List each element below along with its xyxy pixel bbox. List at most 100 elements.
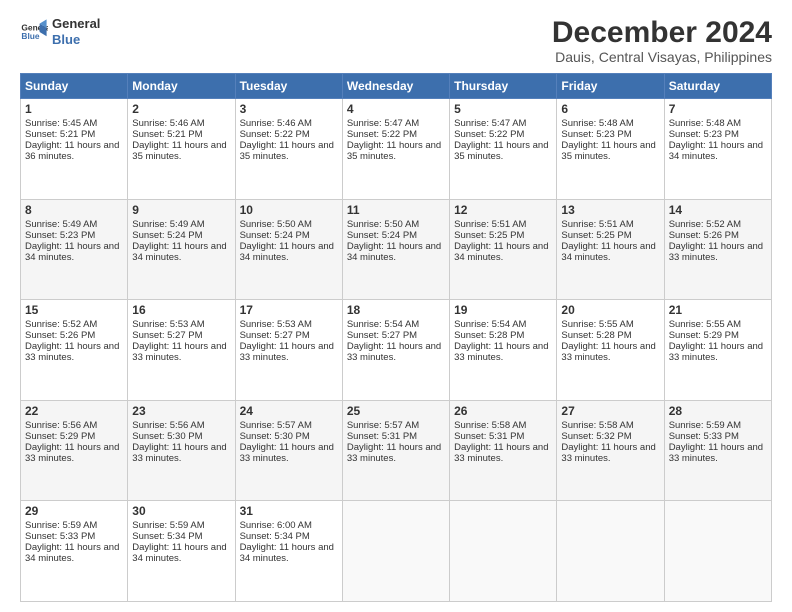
svg-text:Blue: Blue bbox=[21, 31, 39, 41]
calendar-cell: 29 Sunrise: 5:59 AM Sunset: 5:33 PM Dayl… bbox=[21, 501, 128, 602]
sunset-label: Sunset: 5:27 PM bbox=[347, 330, 417, 341]
day-number: 4 bbox=[347, 102, 445, 116]
sunset-label: Sunset: 5:32 PM bbox=[561, 431, 631, 442]
col-friday: Friday bbox=[557, 74, 664, 99]
day-number: 12 bbox=[454, 203, 552, 217]
daylight-label: Daylight: 11 hours and 34 minutes. bbox=[347, 241, 441, 263]
sunrise-label: Sunrise: 5:50 AM bbox=[347, 219, 419, 230]
sunset-label: Sunset: 5:22 PM bbox=[454, 129, 524, 140]
calendar-cell bbox=[450, 501, 557, 602]
sunset-label: Sunset: 5:23 PM bbox=[669, 129, 739, 140]
calendar-cell bbox=[557, 501, 664, 602]
logo-blue: Blue bbox=[52, 32, 100, 48]
daylight-label: Daylight: 11 hours and 35 minutes. bbox=[132, 140, 226, 162]
sunrise-label: Sunrise: 5:58 AM bbox=[454, 420, 526, 431]
sunset-label: Sunset: 5:27 PM bbox=[240, 330, 310, 341]
daylight-label: Daylight: 11 hours and 33 minutes. bbox=[132, 442, 226, 464]
sunset-label: Sunset: 5:34 PM bbox=[132, 531, 202, 542]
calendar-cell: 23 Sunrise: 5:56 AM Sunset: 5:30 PM Dayl… bbox=[128, 400, 235, 501]
day-number: 22 bbox=[25, 404, 123, 418]
calendar-cell: 14 Sunrise: 5:52 AM Sunset: 5:26 PM Dayl… bbox=[664, 199, 771, 300]
col-tuesday: Tuesday bbox=[235, 74, 342, 99]
calendar-cell: 2 Sunrise: 5:46 AM Sunset: 5:21 PM Dayli… bbox=[128, 99, 235, 200]
col-monday: Monday bbox=[128, 74, 235, 99]
day-number: 24 bbox=[240, 404, 338, 418]
day-number: 26 bbox=[454, 404, 552, 418]
sunrise-label: Sunrise: 5:50 AM bbox=[240, 219, 312, 230]
sunrise-label: Sunrise: 5:51 AM bbox=[454, 219, 526, 230]
sunset-label: Sunset: 5:23 PM bbox=[561, 129, 631, 140]
daylight-label: Daylight: 11 hours and 33 minutes. bbox=[25, 442, 119, 464]
calendar-cell: 6 Sunrise: 5:48 AM Sunset: 5:23 PM Dayli… bbox=[557, 99, 664, 200]
sunset-label: Sunset: 5:22 PM bbox=[240, 129, 310, 140]
calendar-week-5: 29 Sunrise: 5:59 AM Sunset: 5:33 PM Dayl… bbox=[21, 501, 772, 602]
day-number: 1 bbox=[25, 102, 123, 116]
sunrise-label: Sunrise: 5:51 AM bbox=[561, 219, 633, 230]
sunset-label: Sunset: 5:33 PM bbox=[669, 431, 739, 442]
page: General Blue General Blue December 2024 … bbox=[0, 0, 792, 612]
sunset-label: Sunset: 5:28 PM bbox=[561, 330, 631, 341]
daylight-label: Daylight: 11 hours and 35 minutes. bbox=[454, 140, 548, 162]
sunrise-label: Sunrise: 5:59 AM bbox=[669, 420, 741, 431]
sunset-label: Sunset: 5:29 PM bbox=[669, 330, 739, 341]
calendar-cell: 18 Sunrise: 5:54 AM Sunset: 5:27 PM Dayl… bbox=[342, 300, 449, 401]
logo-icon: General Blue bbox=[20, 18, 48, 46]
sunset-label: Sunset: 5:31 PM bbox=[347, 431, 417, 442]
calendar-cell: 28 Sunrise: 5:59 AM Sunset: 5:33 PM Dayl… bbox=[664, 400, 771, 501]
sunrise-label: Sunrise: 5:58 AM bbox=[561, 420, 633, 431]
daylight-label: Daylight: 11 hours and 34 minutes. bbox=[454, 241, 548, 263]
day-number: 5 bbox=[454, 102, 552, 116]
calendar-cell: 8 Sunrise: 5:49 AM Sunset: 5:23 PM Dayli… bbox=[21, 199, 128, 300]
daylight-label: Daylight: 11 hours and 34 minutes. bbox=[240, 241, 334, 263]
sunset-label: Sunset: 5:29 PM bbox=[25, 431, 95, 442]
daylight-label: Daylight: 11 hours and 33 minutes. bbox=[240, 341, 334, 363]
sunset-label: Sunset: 5:33 PM bbox=[25, 531, 95, 542]
sunrise-label: Sunrise: 6:00 AM bbox=[240, 520, 312, 531]
daylight-label: Daylight: 11 hours and 34 minutes. bbox=[669, 140, 763, 162]
day-number: 29 bbox=[25, 504, 123, 518]
sunset-label: Sunset: 5:30 PM bbox=[132, 431, 202, 442]
day-number: 21 bbox=[669, 303, 767, 317]
day-number: 10 bbox=[240, 203, 338, 217]
sunrise-label: Sunrise: 5:59 AM bbox=[25, 520, 97, 531]
main-title: December 2024 bbox=[552, 16, 772, 49]
calendar-cell bbox=[342, 501, 449, 602]
sunrise-label: Sunrise: 5:59 AM bbox=[132, 520, 204, 531]
sunrise-label: Sunrise: 5:56 AM bbox=[132, 420, 204, 431]
calendar-cell: 27 Sunrise: 5:58 AM Sunset: 5:32 PM Dayl… bbox=[557, 400, 664, 501]
daylight-label: Daylight: 11 hours and 33 minutes. bbox=[240, 442, 334, 464]
calendar-cell: 7 Sunrise: 5:48 AM Sunset: 5:23 PM Dayli… bbox=[664, 99, 771, 200]
daylight-label: Daylight: 11 hours and 34 minutes. bbox=[240, 542, 334, 564]
calendar-cell: 16 Sunrise: 5:53 AM Sunset: 5:27 PM Dayl… bbox=[128, 300, 235, 401]
calendar-week-4: 22 Sunrise: 5:56 AM Sunset: 5:29 PM Dayl… bbox=[21, 400, 772, 501]
calendar-cell: 21 Sunrise: 5:55 AM Sunset: 5:29 PM Dayl… bbox=[664, 300, 771, 401]
calendar-cell: 15 Sunrise: 5:52 AM Sunset: 5:26 PM Dayl… bbox=[21, 300, 128, 401]
daylight-label: Daylight: 11 hours and 33 minutes. bbox=[561, 341, 655, 363]
day-number: 15 bbox=[25, 303, 123, 317]
calendar-cell: 22 Sunrise: 5:56 AM Sunset: 5:29 PM Dayl… bbox=[21, 400, 128, 501]
subtitle: Dauis, Central Visayas, Philippines bbox=[552, 49, 772, 65]
calendar-cell: 17 Sunrise: 5:53 AM Sunset: 5:27 PM Dayl… bbox=[235, 300, 342, 401]
sunset-label: Sunset: 5:26 PM bbox=[25, 330, 95, 341]
day-number: 2 bbox=[132, 102, 230, 116]
sunrise-label: Sunrise: 5:49 AM bbox=[25, 219, 97, 230]
sunrise-label: Sunrise: 5:53 AM bbox=[132, 319, 204, 330]
sunset-label: Sunset: 5:24 PM bbox=[240, 230, 310, 241]
daylight-label: Daylight: 11 hours and 33 minutes. bbox=[561, 442, 655, 464]
day-number: 16 bbox=[132, 303, 230, 317]
day-number: 13 bbox=[561, 203, 659, 217]
calendar-header-row: Sunday Monday Tuesday Wednesday Thursday… bbox=[21, 74, 772, 99]
daylight-label: Daylight: 11 hours and 35 minutes. bbox=[240, 140, 334, 162]
sunset-label: Sunset: 5:25 PM bbox=[454, 230, 524, 241]
calendar-cell: 24 Sunrise: 5:57 AM Sunset: 5:30 PM Dayl… bbox=[235, 400, 342, 501]
daylight-label: Daylight: 11 hours and 33 minutes. bbox=[669, 442, 763, 464]
daylight-label: Daylight: 11 hours and 33 minutes. bbox=[347, 341, 441, 363]
sunset-label: Sunset: 5:31 PM bbox=[454, 431, 524, 442]
sunrise-label: Sunrise: 5:55 AM bbox=[669, 319, 741, 330]
sunset-label: Sunset: 5:23 PM bbox=[25, 230, 95, 241]
sunrise-label: Sunrise: 5:47 AM bbox=[347, 118, 419, 129]
sunset-label: Sunset: 5:21 PM bbox=[132, 129, 202, 140]
calendar-cell: 12 Sunrise: 5:51 AM Sunset: 5:25 PM Dayl… bbox=[450, 199, 557, 300]
daylight-label: Daylight: 11 hours and 35 minutes. bbox=[561, 140, 655, 162]
calendar-cell: 19 Sunrise: 5:54 AM Sunset: 5:28 PM Dayl… bbox=[450, 300, 557, 401]
